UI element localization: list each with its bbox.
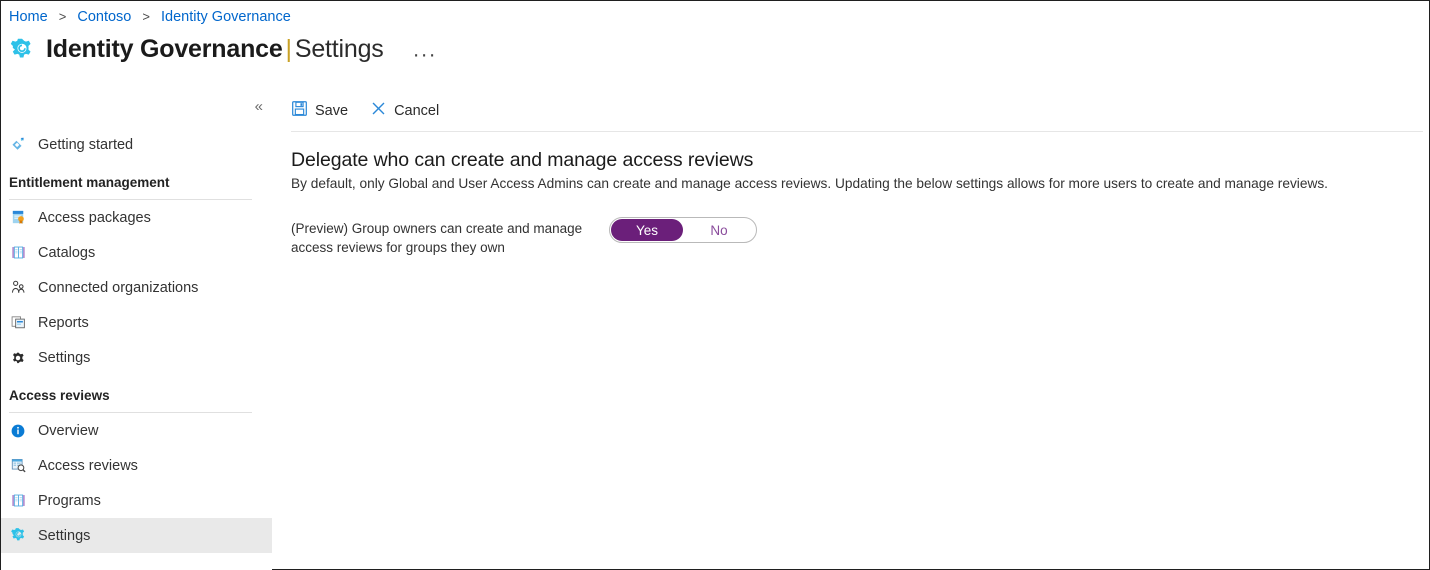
sidebar-item-label: Programs <box>38 492 101 509</box>
save-icon <box>291 100 308 122</box>
save-button[interactable]: Save <box>291 100 348 122</box>
setting-label: (Preview) Group owners can create and ma… <box>291 221 583 255</box>
section-description: By default, only Global and User Access … <box>291 176 1328 191</box>
azure-portal-screenshot: Home > Contoso > Identity Governance Ide… <box>0 0 1430 570</box>
sidebar-item-label: Overview <box>38 422 99 439</box>
page-title-row: Identity Governance | Settings ··· <box>9 35 437 65</box>
catalog-book-icon <box>9 244 27 262</box>
sidebar-item-label: Getting started <box>38 136 134 153</box>
breadcrumb: Home > Contoso > Identity Governance <box>9 9 291 25</box>
breadcrumb-separator-icon: > <box>58 9 67 24</box>
people-icon <box>9 279 27 297</box>
identity-governance-gear-icon <box>9 37 35 63</box>
sidebar-nav: Getting started Entitlement management A… <box>1 127 272 553</box>
sidebar-item-label: Access packages <box>38 209 151 226</box>
save-button-label: Save <box>315 103 349 119</box>
main-content: Save Cancel Delegate who can create and … <box>272 91 1429 569</box>
toggle-option-no[interactable]: No <box>683 219 755 241</box>
cancel-button-label: Cancel <box>394 103 440 119</box>
sidebar-section-title: Entitlement management <box>9 175 170 190</box>
sidebar-item-entitlement-settings[interactable]: Settings <box>1 340 272 375</box>
gear-icon <box>9 349 27 367</box>
section-title: Delegate who can create and manage acces… <box>291 149 754 171</box>
breadcrumb-item-identity-governance[interactable]: Identity Governance <box>161 9 291 25</box>
page-title: Identity Governance | Settings <box>46 35 384 64</box>
sidebar-item-label: Catalogs <box>38 244 96 261</box>
sidebar-item-access-reviews[interactable]: Access reviews <box>1 448 272 483</box>
sidebar-section-access-reviews: Access reviews <box>1 375 272 408</box>
sidebar-item-connected-organizations[interactable]: Connected organizations <box>1 270 272 305</box>
collapse-sidebar-icon[interactable]: « <box>255 99 263 114</box>
page-title-divider: | <box>285 35 293 63</box>
cancel-button[interactable]: Cancel <box>370 100 439 122</box>
reports-icon <box>9 314 27 332</box>
sidebar-item-overview[interactable]: Overview <box>1 413 272 448</box>
sidebar: « Getting started Entitlement management <box>1 91 272 570</box>
sidebar-item-reports[interactable]: Reports <box>1 305 272 340</box>
command-toolbar: Save Cancel <box>272 91 1429 131</box>
programs-book-icon <box>9 492 27 510</box>
sidebar-item-label: Settings <box>38 349 91 366</box>
access-package-icon <box>9 209 27 227</box>
sidebar-item-settings[interactable]: Settings <box>1 518 272 553</box>
toggle-option-yes[interactable]: Yes <box>611 219 683 241</box>
sidebar-item-label: Settings <box>38 527 91 544</box>
settings-gear-icon <box>9 527 27 545</box>
sidebar-item-label: Reports <box>38 314 89 331</box>
rocket-icon <box>9 136 27 154</box>
sidebar-item-programs[interactable]: Programs <box>1 483 272 518</box>
page-title-sub: Settings <box>294 35 384 63</box>
breadcrumb-item-home[interactable]: Home <box>9 9 48 25</box>
breadcrumb-separator-icon: > <box>142 9 150 24</box>
sidebar-section-entitlement-management: Entitlement management <box>1 162 272 195</box>
more-options-icon[interactable]: ··· <box>413 44 437 65</box>
setting-row: (Preview) Group owners can create and ma… <box>291 217 1429 257</box>
sidebar-item-label: Access reviews <box>38 457 138 474</box>
breadcrumb-item-contoso[interactable]: Contoso <box>77 9 131 25</box>
info-circle-icon <box>9 422 27 440</box>
sidebar-item-access-packages[interactable]: Access packages <box>1 200 272 235</box>
close-icon <box>370 100 387 122</box>
sidebar-item-getting-started[interactable]: Getting started <box>1 127 272 162</box>
sidebar-item-catalogs[interactable]: Catalogs <box>1 235 272 270</box>
sidebar-section-title: Access reviews <box>9 388 110 403</box>
page-title-main: Identity Governance <box>46 35 283 63</box>
access-review-search-icon <box>9 457 27 475</box>
settings-panel: Delegate who can create and manage acces… <box>272 132 1429 257</box>
sidebar-item-label: Connected organizations <box>38 279 199 296</box>
group-owners-toggle[interactable]: Yes No <box>609 217 757 243</box>
